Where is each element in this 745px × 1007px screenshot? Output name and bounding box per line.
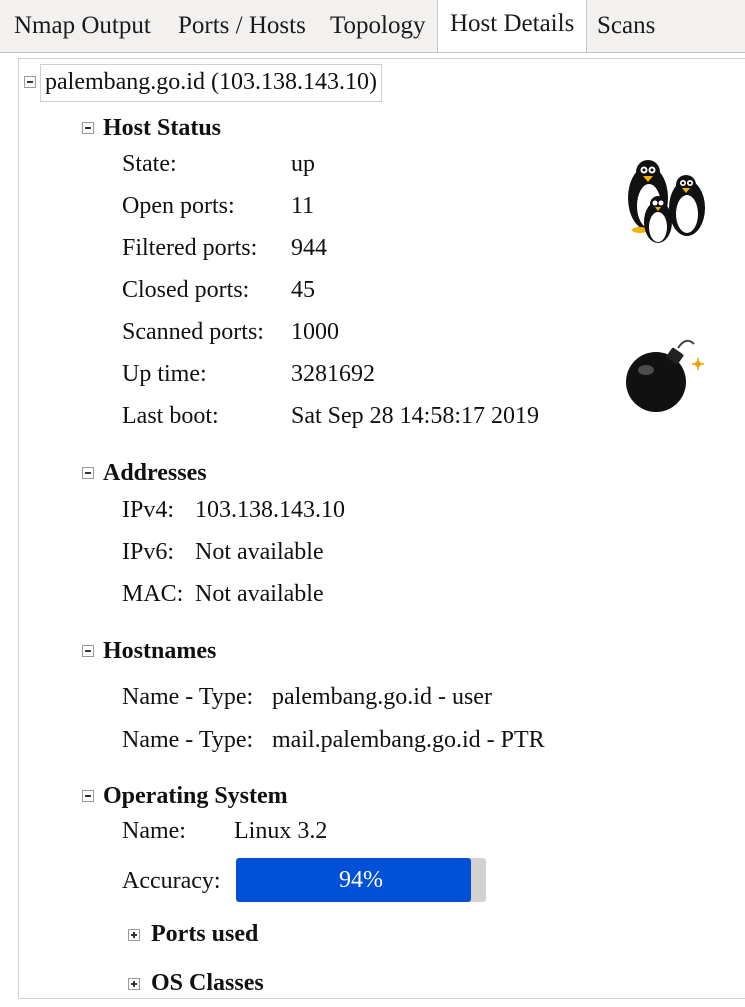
- state-value: up: [291, 151, 315, 177]
- tab-bar: Nmap Output Ports / Hosts Topology Host …: [0, 0, 745, 53]
- ports-used-expand-icon[interactable]: [128, 929, 140, 941]
- up-time-label: Up time:: [122, 361, 207, 387]
- hostname-type-label: Name - Type:: [122, 727, 254, 753]
- hostname-value: mail.palembang.go.id - PTR: [272, 727, 545, 753]
- filtered-ports-label: Filtered ports:: [122, 235, 258, 261]
- accuracy-progress-text: 94%: [339, 867, 383, 893]
- open-ports-value: 11: [291, 193, 315, 219]
- accuracy-progress-bar: 94%: [236, 858, 486, 902]
- os-classes-heading[interactable]: OS Classes: [151, 968, 264, 998]
- last-boot-value: Sat Sep 28 14:58:17 2019: [291, 403, 540, 429]
- last-boot-label: Last boot:: [122, 403, 219, 429]
- ipv6-value: Not available: [195, 539, 324, 565]
- tab-host-details[interactable]: Host Details: [437, 0, 588, 52]
- up-time-value: 3281692: [291, 361, 375, 387]
- open-ports-label: Open ports:: [122, 193, 235, 219]
- os-name-value: Linux 3.2: [234, 818, 328, 844]
- accuracy-label: Accuracy:: [122, 868, 221, 894]
- hostnames-heading: Hostnames: [103, 638, 217, 664]
- host-status-collapse-icon[interactable]: [82, 122, 94, 134]
- os-heading: Operating System: [103, 783, 288, 809]
- addresses-heading: Addresses: [103, 460, 207, 486]
- ports-used-heading[interactable]: Ports used: [151, 919, 258, 949]
- mac-label: MAC:: [122, 581, 184, 607]
- host-status-heading: Host Status: [103, 115, 222, 141]
- hostname-type-label: Name - Type:: [122, 684, 254, 710]
- tab-nmap-output[interactable]: Nmap Output: [14, 8, 151, 44]
- state-label: State:: [122, 151, 177, 177]
- scanned-ports-label: Scanned ports:: [122, 319, 264, 345]
- bomb-vulnerability-icon: [626, 339, 704, 412]
- host-title[interactable]: palembang.go.id (103.138.143.10): [40, 64, 382, 102]
- filtered-ports-value: 944: [291, 235, 327, 261]
- tab-ports-hosts[interactable]: Ports / Hosts: [178, 8, 306, 44]
- os-name-label: Name:: [122, 818, 186, 844]
- ipv6-label: IPv6:: [122, 539, 175, 565]
- hostnames-collapse-icon[interactable]: [82, 645, 94, 657]
- mac-value: Not available: [195, 581, 324, 607]
- ipv4-label: IPv4:: [122, 497, 175, 523]
- host-collapse-icon[interactable]: [24, 76, 36, 88]
- scanned-ports-value: 1000: [291, 319, 339, 345]
- tab-scans[interactable]: Scans: [597, 8, 655, 44]
- penguins-os-icon: [628, 160, 705, 243]
- tab-topology[interactable]: Topology: [330, 8, 425, 44]
- os-collapse-icon[interactable]: [82, 790, 94, 802]
- closed-ports-value: 45: [291, 277, 315, 303]
- ipv4-value: 103.138.143.10: [195, 497, 345, 523]
- os-classes-expand-icon[interactable]: [128, 978, 140, 990]
- hostname-value: palembang.go.id - user: [272, 684, 492, 710]
- addresses-collapse-icon[interactable]: [82, 467, 94, 479]
- closed-ports-label: Closed ports:: [122, 277, 250, 303]
